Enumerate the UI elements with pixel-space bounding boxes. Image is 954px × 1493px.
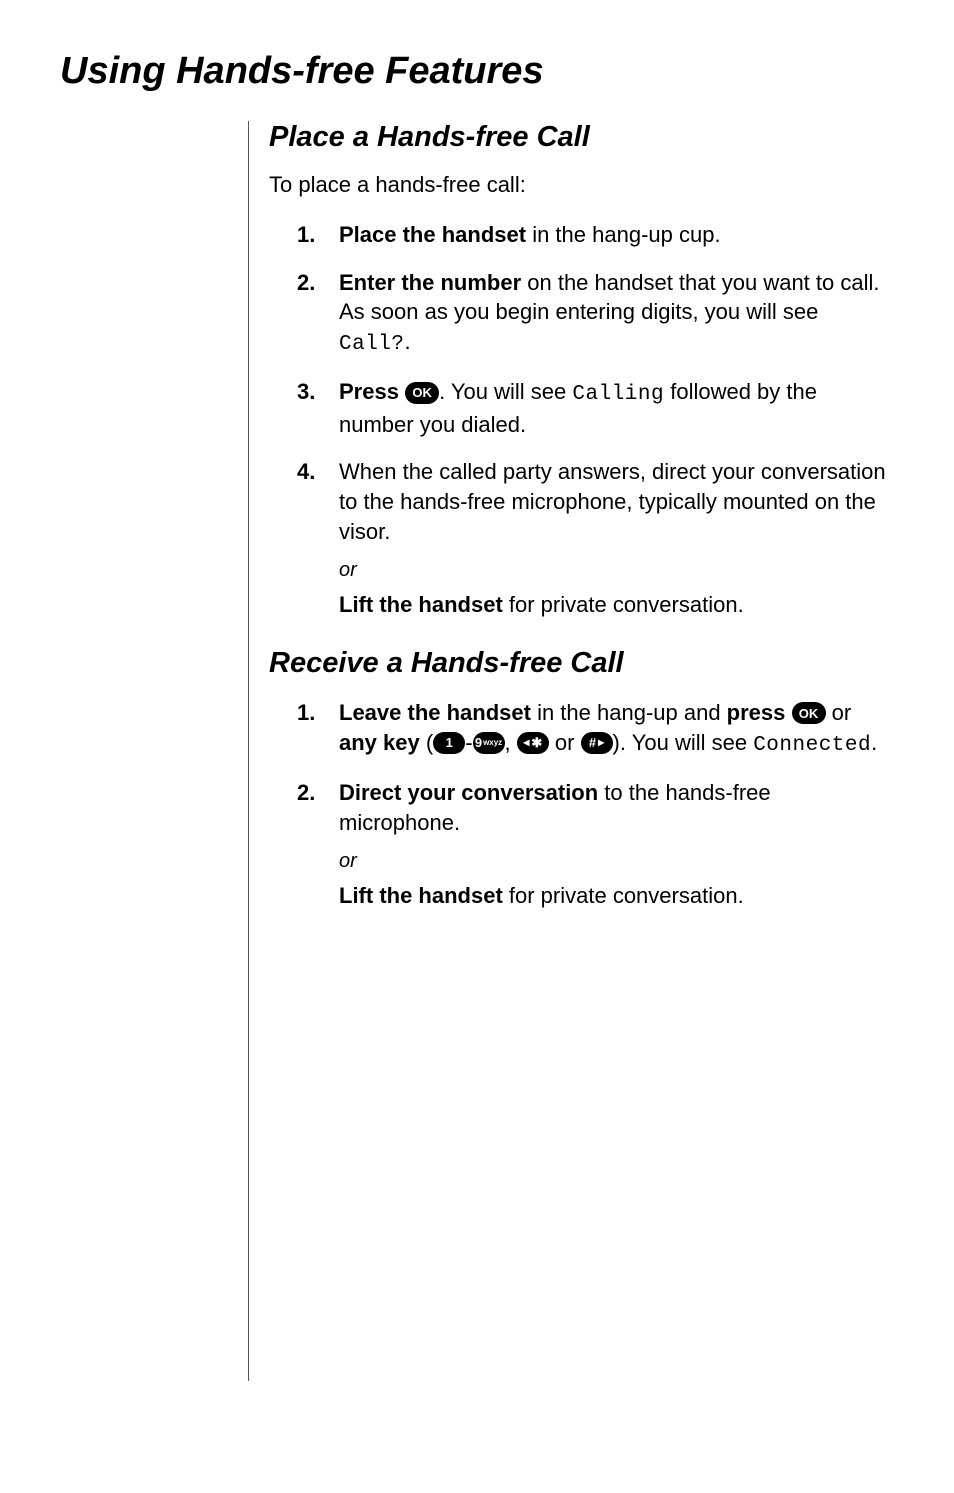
- section2-heading: Receive a Hands-free Call: [269, 647, 894, 680]
- step-bold: Leave the handset: [339, 700, 531, 725]
- step-text: in the hang-up cup.: [526, 222, 720, 247]
- section1-heading: Place a Hands-free Call: [269, 121, 894, 154]
- step-number: 2.: [297, 268, 315, 298]
- lcd-text: Calling: [572, 383, 664, 406]
- step-text: . You will see: [439, 379, 572, 404]
- step-text: -: [465, 730, 472, 755]
- step-text: for private conversation.: [503, 592, 744, 617]
- ok-button-icon: OK: [792, 702, 826, 724]
- key-1-icon: 1: [433, 732, 465, 754]
- step-bold: press: [727, 700, 786, 725]
- step-number: 3.: [297, 377, 315, 407]
- ok-button-icon: OK: [405, 382, 439, 404]
- s1-step3: 3. Press OK. You will see Calling follow…: [297, 377, 894, 439]
- step-bold: any key: [339, 730, 420, 755]
- step-text: (: [420, 730, 433, 755]
- step-bold: Lift the handset: [339, 883, 503, 908]
- key-hash-icon: #: [581, 732, 613, 754]
- s1-step1: 1. Place the handset in the hang-up cup.: [297, 220, 894, 250]
- key-star-icon: ✱: [517, 732, 549, 754]
- lcd-text: Call?: [339, 333, 405, 356]
- step-text: for private conversation.: [503, 883, 744, 908]
- step-text: [785, 700, 791, 725]
- step-bold: Press: [339, 379, 399, 404]
- step-number: 1.: [297, 220, 315, 250]
- step-bold: Place the handset: [339, 222, 526, 247]
- step-text: ). You will see: [613, 730, 754, 755]
- step-text: in the hang-up and: [531, 700, 727, 725]
- content-column: Place a Hands-free Call To place a hands…: [248, 121, 894, 1381]
- step-number: 1.: [297, 698, 315, 728]
- or-separator: or: [297, 850, 894, 873]
- step-number: 2.: [297, 778, 315, 808]
- step-bold: Lift the handset: [339, 592, 503, 617]
- step-bold: Direct your conversation: [339, 780, 598, 805]
- step-bold: Enter the number: [339, 270, 521, 295]
- lcd-text: Connected: [753, 734, 871, 757]
- section1-intro: To place a hands-free call:: [269, 172, 894, 198]
- step-text: ,: [505, 730, 517, 755]
- s2-step1: 1. Leave the handset in the hang-up and …: [297, 698, 894, 760]
- step-text: .: [405, 329, 411, 354]
- step-text: When the called party answers, direct yo…: [339, 459, 886, 543]
- or-separator: or: [297, 559, 894, 582]
- step-text: or: [826, 700, 852, 725]
- key-9-icon: 9wxyz: [473, 732, 505, 754]
- s2-step2: 2. Direct your conversation to the hands…: [297, 778, 894, 837]
- step-number: 4.: [297, 457, 315, 487]
- s2-privstep: Lift the handset for private conversatio…: [297, 881, 894, 911]
- s1-step4: 4. When the called party answers, direct…: [297, 457, 894, 546]
- page-title: Using Hands-free Features: [60, 50, 894, 93]
- step-text: .: [871, 730, 877, 755]
- step-text: or: [549, 730, 581, 755]
- s1-privstep: Lift the handset for private conversatio…: [297, 590, 894, 620]
- s1-step2: 2. Enter the number on the handset that …: [297, 268, 894, 360]
